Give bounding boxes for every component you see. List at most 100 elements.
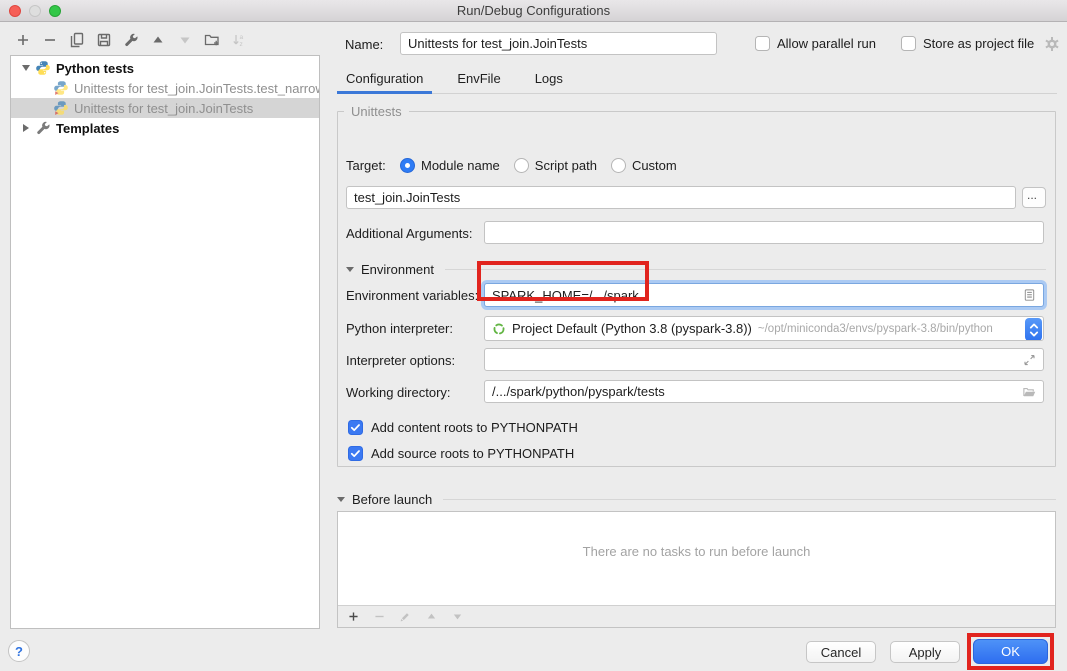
before-launch-label: Before launch	[352, 492, 432, 507]
store-as-project-file-checkbox[interactable]	[901, 36, 916, 51]
environment-section-header[interactable]: Environment	[346, 262, 1046, 277]
section-divider	[445, 269, 1046, 270]
svg-text:a: a	[240, 34, 244, 41]
radio-selected-icon[interactable]	[400, 158, 415, 173]
radio-script-path[interactable]: Script path	[514, 158, 597, 173]
chevron-right-icon[interactable]	[19, 124, 33, 132]
radio-module-name[interactable]: Module name	[400, 158, 500, 173]
remove-icon[interactable]	[42, 32, 58, 48]
move-down-icon[interactable]	[177, 32, 193, 48]
additional-arguments-input[interactable]	[484, 221, 1044, 244]
tab-bar: Configuration EnvFile Logs	[337, 66, 1057, 94]
working-directory-label: Working directory:	[346, 385, 451, 400]
remove-icon[interactable]	[373, 610, 386, 623]
target-row: Target: Module name Script path Custom	[346, 155, 691, 175]
collapse-triangle-icon[interactable]	[346, 267, 354, 272]
interpreter-options-input[interactable]	[484, 348, 1044, 371]
add-icon[interactable]	[15, 32, 31, 48]
add-content-roots-label: Add content roots to PYTHONPATH	[371, 420, 578, 435]
radio-script-path-label: Script path	[535, 158, 597, 173]
target-label: Target:	[346, 158, 400, 173]
edit-pencil-icon[interactable]	[399, 610, 412, 623]
run-debug-configurations-dialog: { "window": { "title": "Run/Debug Config…	[0, 0, 1067, 671]
window-title: Run/Debug Configurations	[0, 3, 1067, 18]
add-source-roots-label: Add source roots to PYTHONPATH	[371, 446, 574, 461]
working-directory-value: /.../spark/python/pyspark/tests	[492, 384, 665, 399]
python-interpreter-label: Python interpreter:	[346, 321, 453, 336]
configurations-toolbar: az	[15, 32, 247, 48]
add-content-roots-row[interactable]: Add content roots to PYTHONPATH	[348, 420, 578, 435]
tree-item-label: Unittests for test_join.JoinTests.test_n…	[74, 81, 319, 96]
before-launch-task-list: There are no tasks to run before launch	[337, 511, 1056, 628]
radio-custom-label: Custom	[632, 158, 677, 173]
tree-item-label: Templates	[56, 121, 119, 136]
collapse-triangle-icon[interactable]	[337, 497, 345, 502]
tab-envfile[interactable]: EnvFile	[448, 66, 509, 94]
name-input[interactable]	[400, 32, 717, 55]
chevron-down-icon[interactable]	[19, 65, 33, 71]
before-launch-toolbar	[338, 605, 1055, 627]
add-source-roots-checkbox[interactable]	[348, 446, 363, 461]
working-directory-input[interactable]: /.../spark/python/pyspark/tests	[484, 380, 1044, 403]
environment-variables-label: Environment variables:	[346, 288, 478, 303]
radio-custom[interactable]: Custom	[611, 158, 677, 173]
target-input[interactable]	[346, 186, 1016, 209]
add-icon[interactable]	[347, 610, 360, 623]
allow-parallel-run-checkbox[interactable]	[755, 36, 770, 51]
ok-button[interactable]: OK	[973, 639, 1048, 664]
tree-item-python-tests[interactable]: Python tests	[11, 58, 319, 78]
save-icon[interactable]	[96, 32, 112, 48]
tree-item-label: Unittests for test_join.JoinTests	[74, 101, 253, 116]
tree-item-jointests-selected[interactable]: Unittests for test_join.JoinTests	[11, 98, 319, 118]
tab-logs[interactable]: Logs	[526, 66, 572, 94]
apply-button[interactable]: Apply	[890, 641, 960, 663]
environment-section-label: Environment	[361, 262, 434, 277]
store-as-project-file-checkbox-row[interactable]: Store as project file	[901, 36, 1034, 51]
python-interpreter-path: ~/opt/miniconda3/envs/pyspark-3.8/bin/py…	[758, 323, 993, 335]
allow-parallel-run-label: Allow parallel run	[777, 36, 876, 51]
python-interpreter-select[interactable]: Project Default (Python 3.8 (pyspark-3.8…	[484, 316, 1044, 341]
folder-icon[interactable]	[1022, 384, 1037, 399]
copy-icon[interactable]	[69, 32, 85, 48]
additional-arguments-label: Additional Arguments:	[346, 226, 472, 241]
gear-icon[interactable]	[1044, 36, 1060, 52]
title-bar: Run/Debug Configurations	[0, 0, 1067, 22]
environment-variables-input[interactable]: SPARK_HOME=/.../spark	[484, 283, 1044, 307]
store-as-project-file-label: Store as project file	[923, 36, 1034, 51]
tree-item-label: Python tests	[56, 61, 134, 76]
unittests-legend: Unittests	[344, 104, 409, 119]
move-up-icon[interactable]	[425, 610, 438, 623]
python-test-icon	[53, 80, 69, 96]
radio-module-name-label: Module name	[421, 158, 500, 173]
browse-variables-icon[interactable]	[1022, 288, 1037, 303]
interpreter-options-label: Interpreter options:	[346, 353, 455, 368]
cancel-button[interactable]: Cancel	[806, 641, 876, 663]
conda-environment-icon	[492, 322, 506, 336]
tree-item-test-narrow[interactable]: Unittests for test_join.JoinTests.test_n…	[11, 78, 319, 98]
radio-unselected-icon[interactable]	[514, 158, 529, 173]
move-down-icon[interactable]	[451, 610, 464, 623]
configurations-tree: Python tests Unittests for test_join.Joi…	[10, 55, 320, 629]
name-label: Name:	[345, 37, 383, 52]
radio-unselected-icon[interactable]	[611, 158, 626, 173]
before-launch-section-header[interactable]: Before launch	[337, 491, 1056, 507]
svg-text:z: z	[240, 41, 243, 48]
sort-alphabetically-icon[interactable]: az	[231, 32, 247, 48]
browse-target-button[interactable]: ...	[1022, 187, 1046, 208]
add-content-roots-checkbox[interactable]	[348, 420, 363, 435]
tree-item-templates[interactable]: Templates	[11, 118, 319, 138]
allow-parallel-run-checkbox-row[interactable]: Allow parallel run	[755, 36, 876, 51]
python-test-icon	[53, 100, 69, 116]
wrench-icon	[35, 120, 51, 136]
dropdown-stepper-icon[interactable]	[1025, 318, 1042, 341]
new-folder-icon[interactable]	[204, 32, 220, 48]
edit-templates-wrench-icon[interactable]	[123, 32, 139, 48]
expand-field-icon[interactable]	[1022, 352, 1037, 367]
add-source-roots-row[interactable]: Add source roots to PYTHONPATH	[348, 446, 574, 461]
environment-variables-value: SPARK_HOME=/.../spark	[492, 288, 639, 303]
unittests-group: Unittests Target: Module name Script pat…	[337, 104, 1056, 467]
section-divider	[443, 499, 1056, 500]
help-button[interactable]: ?	[8, 640, 30, 662]
tab-configuration[interactable]: Configuration	[337, 66, 432, 94]
move-up-icon[interactable]	[150, 32, 166, 48]
